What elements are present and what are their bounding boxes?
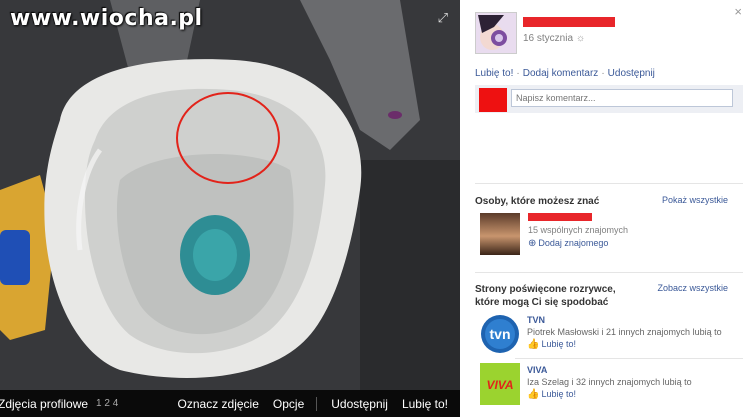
viva-logo-text: VIVA — [486, 378, 513, 392]
page-name-viva[interactable]: VIVA — [527, 365, 547, 375]
author-name-redacted — [523, 17, 615, 27]
post-date-text: 16 stycznia — [523, 33, 574, 44]
viva-logo-image: VIVA — [480, 363, 520, 405]
divider — [316, 396, 318, 411]
tvn-logo-text: tvn — [490, 326, 511, 342]
photo-pager: 1 2 4 — [96, 398, 119, 409]
expand-icon[interactable]: ⤢ — [438, 10, 448, 26]
photo-viewer: www.wiocha.pl ⤢ Zdjęcia profilowe 1 2 4 … — [0, 0, 460, 417]
album-title[interactable]: Zdjęcia profilowe — [0, 397, 88, 411]
author-avatar[interactable] — [475, 12, 517, 54]
photo-actions: Oznacz zdjęcie Opcje Udostępnij Lubię to… — [164, 396, 460, 411]
share-button[interactable]: Udostępnij — [331, 397, 388, 411]
tag-photo-button[interactable]: Oznacz zdjęcie — [178, 397, 259, 411]
page-likes-viva: Iza Szelag i 32 innych znajomych lubią t… — [527, 377, 692, 387]
like-button[interactable]: Lubię to! — [402, 397, 448, 411]
viva-logo[interactable]: VIVA — [480, 363, 520, 405]
page-name-tvn[interactable]: TVN — [527, 315, 545, 325]
add-friend-label: Dodaj znajomego — [538, 238, 609, 248]
photo-image — [0, 0, 460, 390]
photo-action-bar: Zdjęcia profilowe 1 2 4 Oznacz zdjęcie O… — [0, 390, 460, 417]
divider — [475, 272, 743, 273]
add-comment-link[interactable]: Dodaj komentarz — [523, 68, 599, 79]
comment-box — [475, 85, 743, 113]
page-like-label: Lubię to! — [541, 339, 576, 349]
suggested-person-avatar[interactable] — [480, 213, 520, 255]
divider — [515, 358, 743, 359]
globe-icon: ☼ — [576, 33, 586, 44]
post-share-link[interactable]: Udostępnij — [608, 68, 655, 79]
pages-see-all-link[interactable]: Zobacz wszystkie — [657, 283, 728, 293]
page-like-label: Lubię to! — [541, 389, 576, 399]
tvn-logo[interactable]: tvn — [480, 313, 520, 355]
add-friend-link[interactable]: ⊕ Dodaj znajomego — [528, 238, 608, 249]
close-icon[interactable]: × — [734, 4, 742, 19]
people-heading: Osoby, które możesz znać — [475, 196, 600, 207]
page-like-viva[interactable]: 👍 Lubię to! — [527, 389, 576, 400]
commenter-avatar — [479, 88, 507, 112]
post-date: 16 stycznia ☼ — [523, 33, 585, 44]
mutual-friends[interactable]: 15 wspólnych znajomych — [528, 225, 628, 235]
pages-heading: Strony poświęcone rozrywce, które mogą C… — [475, 284, 616, 308]
comment-input[interactable] — [511, 89, 733, 107]
photo-sidebar: × 16 stycznia ☼ Lubię to! · Dodaj komentarz… — [460, 0, 750, 417]
photo[interactable] — [0, 0, 460, 390]
options-button[interactable]: Opcje — [273, 397, 304, 411]
post-like-link[interactable]: Lubię to! — [475, 68, 513, 79]
separator: · — [516, 68, 520, 79]
people-see-all-link[interactable]: Pokaż wszystkie — [662, 195, 728, 205]
thumbs-up-icon: 👍 — [527, 389, 540, 400]
post-actions: Lubię to! · Dodaj komentarz · Udostępnij — [475, 68, 655, 79]
thumbs-up-icon: 👍 — [527, 339, 540, 350]
suggested-person-name-redacted[interactable] — [528, 213, 592, 221]
add-friend-icon: ⊕ — [528, 238, 537, 249]
watermark: www.wiocha.pl — [10, 6, 203, 31]
avatar-image — [476, 13, 516, 53]
separator: · — [601, 68, 605, 79]
divider — [475, 183, 743, 184]
page-like-tvn[interactable]: 👍 Lubię to! — [527, 339, 576, 350]
page-likes-tvn: Piotrek Masłowski i 21 innych znajomych … — [527, 327, 722, 337]
tvn-logo-image: tvn — [481, 315, 519, 353]
